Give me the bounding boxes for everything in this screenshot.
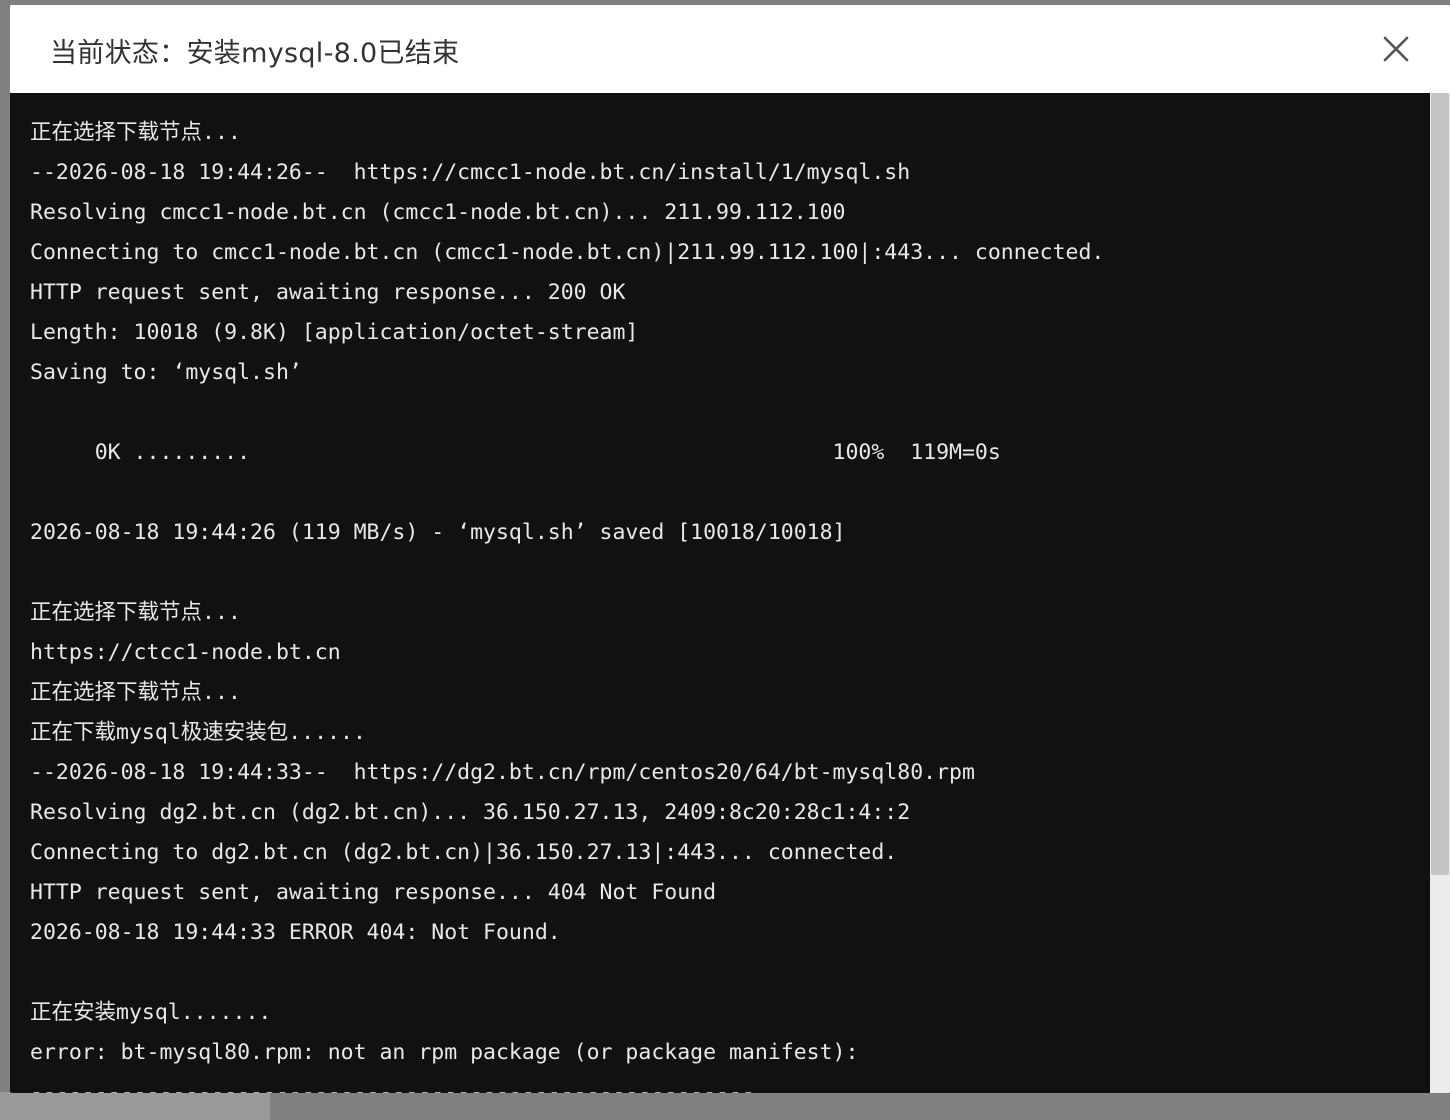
terminal-line: 正在选择下载节点... (30, 600, 241, 625)
terminal-output[interactable]: 正在选择下载节点... --2026-08-18 19:44:26-- https… (10, 93, 1430, 1093)
terminal-line: 正在安装mysql....... (30, 1000, 272, 1025)
terminal-line: 2026-08-18 19:44:26 (119 MB/s) - ‘mysql.… (30, 520, 846, 545)
dialog-header: 当前状态：安装mysql-8.0已结束 (10, 5, 1450, 93)
terminal-line: ----------------------------------------… (30, 1080, 755, 1093)
terminal-line: error: bt-mysql80.rpm: not an rpm packag… (30, 1040, 859, 1065)
terminal-line: Connecting to cmcc1-node.bt.cn (cmcc1-no… (30, 240, 1105, 265)
terminal-line: Resolving dg2.bt.cn (dg2.bt.cn)... 36.15… (30, 800, 911, 825)
close-icon (1383, 36, 1409, 62)
close-button[interactable] (1376, 29, 1416, 69)
terminal-line: 正在下载mysql极速安装包...... (30, 720, 366, 745)
terminal-line: Resolving cmcc1-node.bt.cn (cmcc1-node.b… (30, 200, 846, 225)
scrollbar-thumb[interactable] (1431, 93, 1449, 875)
terminal-line: HTTP request sent, awaiting response... … (30, 880, 717, 905)
terminal-line: Connecting to dg2.bt.cn (dg2.bt.cn)|36.1… (30, 840, 898, 865)
terminal-line: Length: 10018 (9.8K) [application/octet-… (30, 320, 639, 345)
terminal-line: https://ctcc1-node.bt.cn (30, 640, 341, 665)
terminal-line: Saving to: ‘mysql.sh’ (30, 360, 302, 385)
dialog-title: 当前状态：安装mysql-8.0已结束 (50, 38, 460, 69)
terminal-log: 正在选择下载节点... --2026-08-18 19:44:26-- https… (30, 113, 1104, 1093)
terminal-line: 正在选择下载节点... (30, 120, 241, 145)
terminal-line: 2026-08-18 19:44:33 ERROR 404: Not Found… (30, 920, 561, 945)
terminal-line: 正在选择下载节点... (30, 680, 241, 705)
background-page-strip (0, 1092, 270, 1120)
terminal-line: --2026-08-18 19:44:33-- https://dg2.bt.c… (30, 760, 975, 785)
terminal-line: 0K ......... 100% 119M=0s (30, 440, 1001, 465)
install-log-dialog: 当前状态：安装mysql-8.0已结束 正在选择下载节点... --2026-08… (10, 5, 1450, 1093)
terminal-line: HTTP request sent, awaiting response... … (30, 280, 626, 305)
terminal-line: --2026-08-18 19:44:26-- https://cmcc1-no… (30, 160, 911, 185)
